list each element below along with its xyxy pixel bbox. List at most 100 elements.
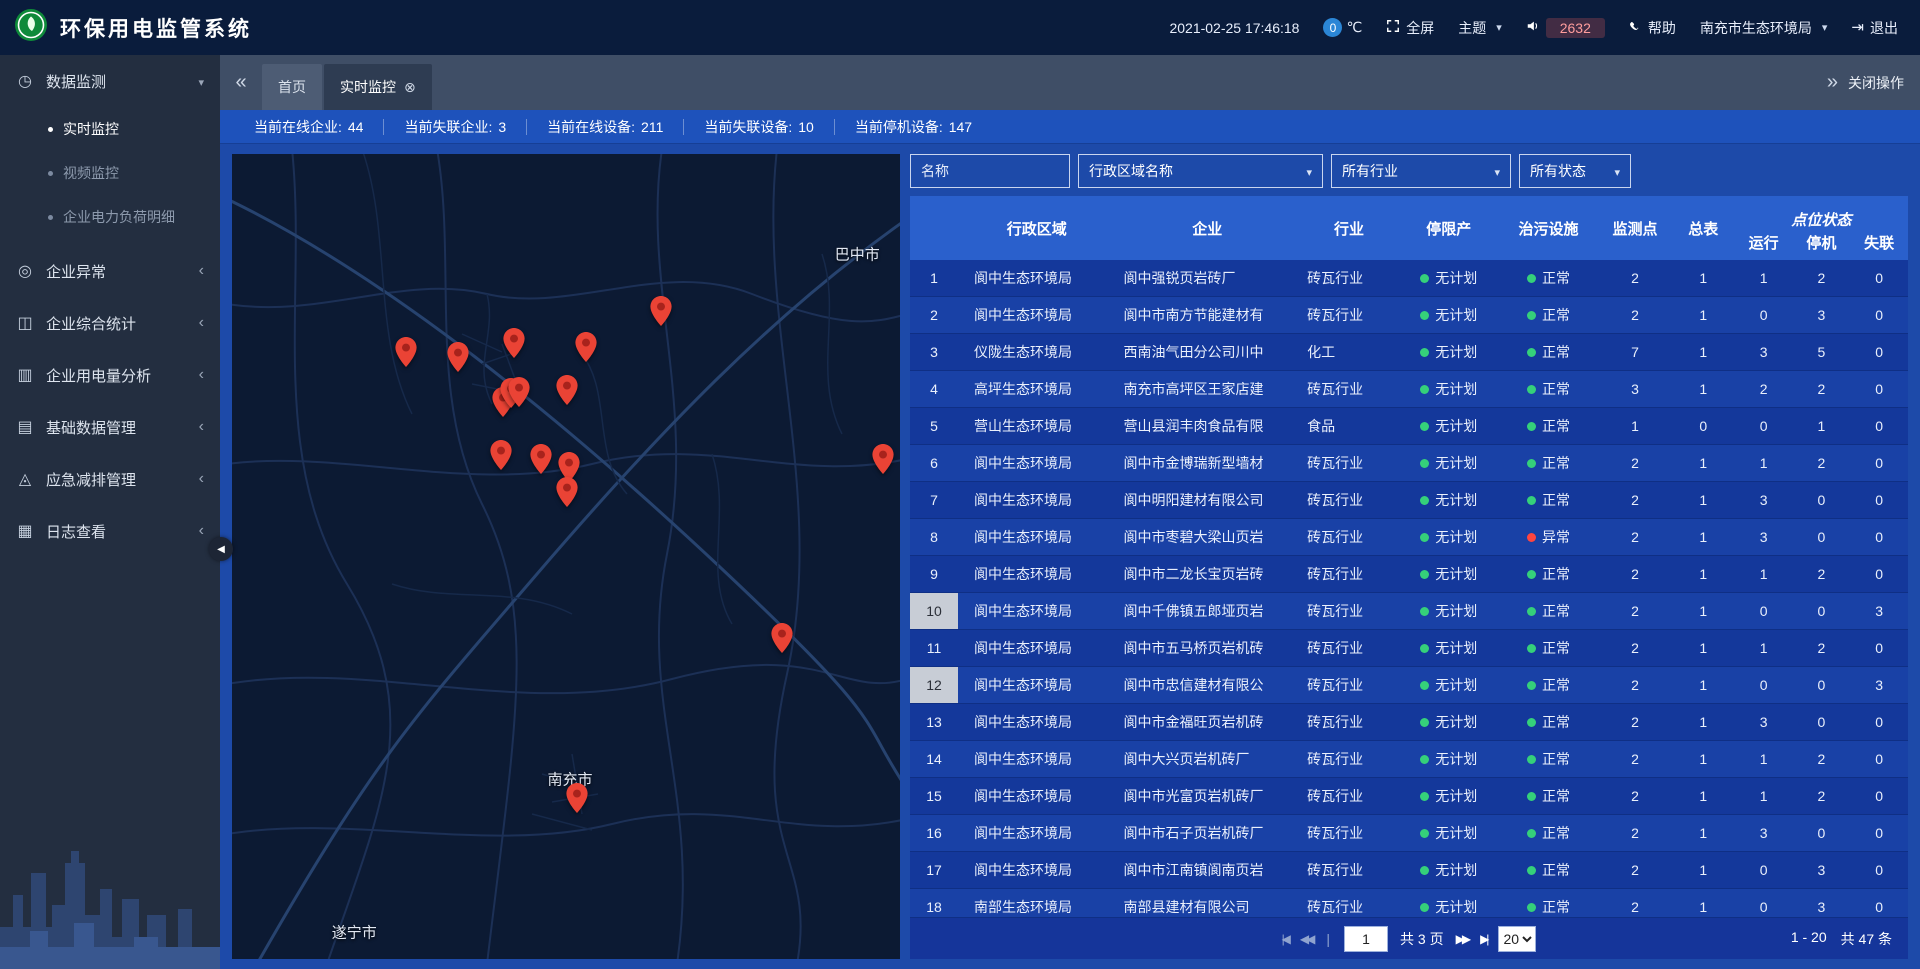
table-row[interactable]: 6 阆中生态环境局 阆中市金博瑞新型墙材 砖瓦行业 无计划 正常: [910, 445, 1908, 482]
sidebar-group-label: 日志查看: [46, 521, 187, 542]
page-number-input[interactable]: [1344, 926, 1388, 952]
facility-status-dot: [1527, 274, 1536, 283]
table-row[interactable]: 3 仪陇生态环境局 西南油气田分公司川中 化工 无计划 正常: [910, 334, 1908, 371]
map-pin[interactable]: [447, 342, 469, 372]
industry-filter-select[interactable]: 所有行业: [1331, 154, 1511, 188]
theme-dropdown[interactable]: 主题: [1458, 18, 1502, 38]
table-row[interactable]: 5 营山生态环境局 营山县润丰肉食品有限 食品 无计划 正常: [910, 408, 1908, 445]
page-size-select[interactable]: 20: [1498, 926, 1536, 952]
table-row[interactable]: 14 阆中生态环境局 阆中大兴页岩机砖厂 砖瓦行业 无计划 正常: [910, 741, 1908, 778]
sidebar-group[interactable]: 企业用电量分析: [0, 349, 220, 401]
table-row[interactable]: 8 阆中生态环境局 阆中市枣碧大梁山页岩 砖瓦行业 无计划 异常: [910, 519, 1908, 556]
table-row[interactable]: 7 阆中生态环境局 阆中明阳建材有限公司 砖瓦行业 无计划 正常: [910, 482, 1908, 519]
sidebar-group[interactable]: 企业异常: [0, 245, 220, 297]
row-running-count: 0: [1735, 418, 1793, 434]
map-pin[interactable]: [556, 477, 578, 507]
alert-notification[interactable]: 2632: [1526, 18, 1605, 38]
tab-scroll-right-icon[interactable]: [1827, 71, 1838, 94]
map-pin[interactable]: [395, 337, 417, 367]
map-roads: [232, 154, 900, 959]
map-pin[interactable]: [508, 377, 530, 407]
table-row[interactable]: 15 阆中生态环境局 阆中市光富页岩机砖厂 砖瓦行业 无计划 正常: [910, 778, 1908, 815]
row-production-limit: 无计划: [1399, 453, 1499, 473]
limit-status-dot: [1420, 607, 1429, 616]
map-pin[interactable]: [530, 444, 552, 474]
first-page-icon[interactable]: [1282, 932, 1288, 946]
row-production-limit: 无计划: [1399, 564, 1499, 584]
chevron-left-icon: [199, 314, 204, 332]
map-pin[interactable]: [503, 328, 525, 358]
sidebar-group[interactable]: 应急减排管理: [0, 453, 220, 505]
row-stopped-count: 2: [1793, 270, 1851, 286]
row-total-meter: 1: [1672, 307, 1735, 323]
map-pin[interactable]: [575, 332, 597, 362]
row-running-count: 1: [1735, 566, 1793, 582]
table-row[interactable]: 13 阆中生态环境局 阆中市金福旺页岩机砖 砖瓦行业 无计划 正常: [910, 704, 1908, 741]
map-collapse-handle[interactable]: [209, 537, 233, 561]
sidebar-children: 实时监控 视频监控 企业电力负荷明细: [0, 107, 220, 245]
map[interactable]: 巴中市南充市遂宁市: [232, 154, 900, 959]
limit-status-dot: [1420, 274, 1429, 283]
row-industry: 砖瓦行业: [1299, 823, 1399, 843]
map-pin[interactable]: [872, 444, 894, 474]
sidebar-item[interactable]: 实时监控: [0, 107, 220, 151]
facility-status-dot: [1527, 792, 1536, 801]
row-index: 15: [910, 778, 958, 814]
sidebar-group-data-monitoring[interactable]: 数据监测: [0, 55, 220, 107]
tab[interactable]: 首页: [262, 64, 322, 110]
close-operations-button[interactable]: 关闭操作: [1848, 73, 1904, 93]
map-pin[interactable]: [556, 375, 578, 405]
facility-status-text: 正常: [1542, 268, 1570, 288]
table-row[interactable]: 2 阆中生态环境局 阆中市南方节能建材有 砖瓦行业 无计划 正常: [910, 297, 1908, 334]
region-filter-select[interactable]: 行政区域名称: [1078, 154, 1323, 188]
limit-status-text: 无计划: [1435, 601, 1477, 621]
table-row[interactable]: 11 阆中生态环境局 阆中市五马桥页岩机砖 砖瓦行业 无计划 正常: [910, 630, 1908, 667]
name-filter-input[interactable]: [910, 154, 1070, 188]
tab[interactable]: 实时监控: [324, 64, 432, 110]
stat-label: 当前在线设备:: [547, 117, 635, 137]
table-row[interactable]: 12 阆中生态环境局 阆中市忠信建材有限公 砖瓦行业 无计划 正常: [910, 667, 1908, 704]
table-row[interactable]: 18 南部生态环境局 南部县建材有限公司 砖瓦行业 无计划 正常: [910, 889, 1908, 917]
row-enterprise: 营山县润丰肉食品有限: [1115, 416, 1299, 436]
table-body: 1 阆中生态环境局 阆中强锐页岩砖厂 砖瓦行业 无计划 正常: [910, 260, 1908, 917]
last-page-icon[interactable]: [1480, 932, 1486, 946]
fullscreen-button[interactable]: 全屏: [1386, 18, 1434, 38]
row-pollution-facility: 正常: [1499, 601, 1599, 621]
row-index: 1: [910, 260, 958, 296]
map-pin[interactable]: [650, 296, 672, 326]
row-enterprise: 阆中强锐页岩砖厂: [1115, 268, 1299, 288]
org-dropdown[interactable]: 南充市生态环境局: [1700, 18, 1828, 38]
map-pin[interactable]: [771, 623, 793, 653]
table-row[interactable]: 17 阆中生态环境局 阆中市江南镇阆南页岩 砖瓦行业 无计划 正常: [910, 852, 1908, 889]
table-row[interactable]: 9 阆中生态环境局 阆中市二龙长宝页岩砖 砖瓦行业 无计划 正常: [910, 556, 1908, 593]
sidebar-item-label: 视频监控: [63, 163, 119, 183]
table-row[interactable]: 1 阆中生态环境局 阆中强锐页岩砖厂 砖瓦行业 无计划 正常: [910, 260, 1908, 297]
facility-status-dot: [1527, 607, 1536, 616]
logout-button[interactable]: ⇥ 退出: [1851, 18, 1898, 38]
group-icon: [16, 521, 34, 541]
table-row[interactable]: 10 阆中生态环境局 阆中千佛镇五郎垭页岩 砖瓦行业 无计划 正常: [910, 593, 1908, 630]
row-running-count: 2: [1735, 381, 1793, 397]
table-row[interactable]: 4 高坪生态环境局 南充市高坪区王家店建 砖瓦行业 无计划 正常: [910, 371, 1908, 408]
sidebar-group[interactable]: 日志查看: [0, 505, 220, 557]
tab-close-icon[interactable]: [404, 79, 416, 96]
previous-page-icon[interactable]: [1300, 932, 1312, 946]
map-pin[interactable]: [566, 783, 588, 813]
help-button[interactable]: 帮助: [1629, 18, 1676, 38]
row-index: 11: [910, 630, 958, 666]
row-index: 6: [910, 445, 958, 481]
status-filter-select[interactable]: 所有状态: [1519, 154, 1631, 188]
row-total-meter: 1: [1672, 270, 1735, 286]
map-pin[interactable]: [490, 440, 512, 470]
row-monitor-points: 2: [1598, 677, 1671, 693]
next-page-icon[interactable]: [1456, 932, 1468, 946]
sidebar-group[interactable]: 企业综合统计: [0, 297, 220, 349]
row-production-limit: 无计划: [1399, 342, 1499, 362]
table-row[interactable]: 16 阆中生态环境局 阆中市石子页岩机砖厂 砖瓦行业 无计划 正常: [910, 815, 1908, 852]
row-industry: 食品: [1299, 416, 1399, 436]
row-pollution-facility: 正常: [1499, 305, 1599, 325]
tab-scroll-left-icon[interactable]: [220, 55, 262, 110]
sidebar-item[interactable]: 视频监控: [0, 151, 220, 195]
sidebar-group[interactable]: 基础数据管理: [0, 401, 220, 453]
sidebar-item[interactable]: 企业电力负荷明细: [0, 195, 220, 239]
